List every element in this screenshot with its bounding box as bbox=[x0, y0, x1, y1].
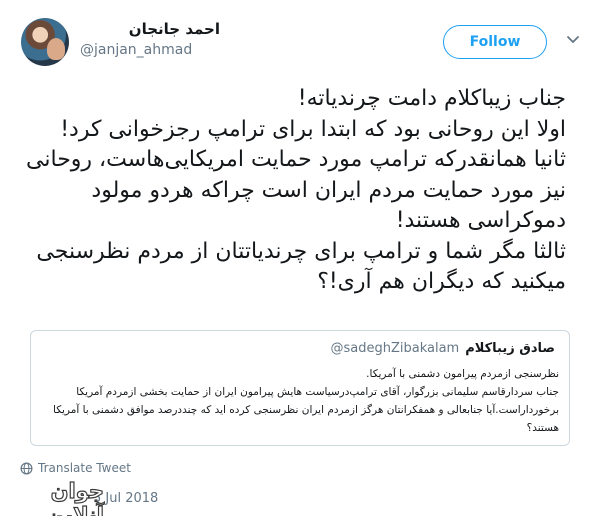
author-name[interactable]: احمد جانجان bbox=[80, 20, 220, 38]
avatar[interactable] bbox=[21, 18, 69, 66]
quoted-author: صادق زیباکلام @sadeghZibakalam bbox=[330, 341, 555, 356]
quoted-author-name: صادق زیباکلام bbox=[465, 341, 555, 356]
tweet-line: ثانیا همانقدرکه ترامپ مورد حمایت امریکای… bbox=[26, 147, 566, 172]
quoted-line: جناب سردارقاسم سلیمانی بزرگوار، آقای ترا… bbox=[76, 386, 559, 398]
tweet-line: میکنید که دیگران هم آری!؟ bbox=[317, 269, 566, 294]
follow-button[interactable]: Follow bbox=[443, 25, 547, 59]
chevron-down-icon[interactable] bbox=[566, 32, 580, 46]
quoted-line: هستند؟ bbox=[526, 422, 559, 434]
author-handle[interactable]: @janjan_ahmad bbox=[80, 42, 192, 58]
translate-tweet-link[interactable]: Translate Tweet bbox=[20, 461, 131, 475]
tweet-line: اولا این روحانی بود که ابتدا برای ترامپ … bbox=[60, 116, 566, 142]
quoted-text: نظرسنجی ازمردم پیرامون دشمنی با آمریکا. … bbox=[53, 365, 559, 437]
watermark-logo: جوان آنلاین bbox=[46, 478, 106, 516]
tweet-line: دموکراسی هستند! bbox=[395, 208, 566, 233]
quoted-line: برخورداراست.آیا جنابعالی و همفکرانتان هر… bbox=[53, 404, 559, 416]
quoted-tweet[interactable]: صادق زیباکلام @sadeghZibakalam نظرسنجی از… bbox=[30, 330, 570, 446]
tweet-header: احمد جانجان @janjan_ahmad Follow bbox=[0, 0, 601, 78]
quoted-author-handle: @sadeghZibakalam bbox=[330, 341, 460, 356]
tweet-line: ثالثا مگر شما و ترامپ برای چرندیاتتان از… bbox=[36, 238, 566, 264]
globe-icon bbox=[20, 462, 33, 474]
translate-label: Translate Tweet bbox=[38, 461, 131, 475]
tweet-line: جناب زیباکلام دامت چرندیاته! bbox=[297, 86, 566, 111]
quoted-line: نظرسنجی ازمردم پیرامون دشمنی با آمریکا. bbox=[366, 368, 559, 380]
tweet-line: نیز مورد حمایت مردم ایران است چراکه هردو… bbox=[91, 177, 566, 203]
tweet-text: جناب زیباکلام دامت چرندیاته! اولا این رو… bbox=[20, 84, 566, 298]
